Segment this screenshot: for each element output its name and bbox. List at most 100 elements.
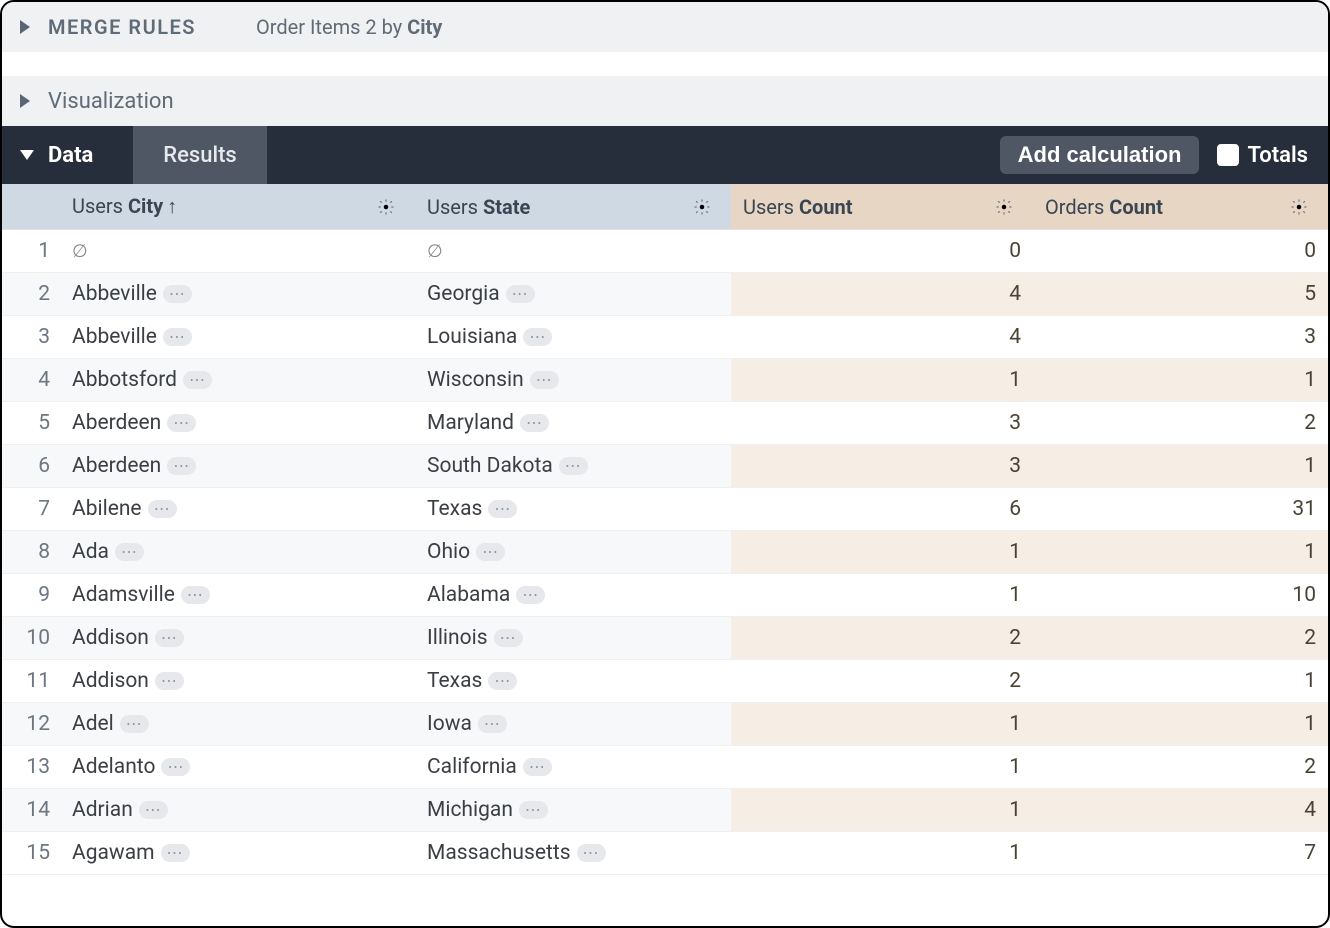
cell-orders-count[interactable]: 1 — [1033, 445, 1328, 488]
ellipsis-icon[interactable]: ⋯ — [161, 758, 190, 776]
cell-users-state[interactable]: Massachusetts⋯ — [415, 832, 731, 875]
cell-orders-count[interactable]: 2 — [1033, 617, 1328, 660]
cell-orders-count[interactable]: 4 — [1033, 789, 1328, 832]
cell-users-count[interactable]: 2 — [731, 660, 1033, 703]
column-header-orders-count[interactable]: Orders Count — [1033, 184, 1328, 230]
cell-users-state[interactable]: Louisiana⋯ — [415, 316, 731, 359]
cell-users-count[interactable]: 4 — [731, 316, 1033, 359]
column-header-users-city[interactable]: Users City↑ — [60, 184, 415, 230]
cell-users-city[interactable]: Adamsville⋯ — [60, 574, 415, 617]
cell-orders-count[interactable]: 31 — [1033, 488, 1328, 531]
cell-users-count[interactable]: 1 — [731, 703, 1033, 746]
cell-users-state[interactable]: Texas⋯ — [415, 660, 731, 703]
ellipsis-icon[interactable]: ⋯ — [488, 672, 517, 690]
cell-users-state[interactable]: Texas⋯ — [415, 488, 731, 531]
cell-users-count[interactable]: 4 — [731, 273, 1033, 316]
cell-users-city[interactable]: Addison⋯ — [60, 617, 415, 660]
add-calculation-button[interactable]: Add calculation — [1000, 136, 1200, 174]
cell-users-count[interactable]: 1 — [731, 531, 1033, 574]
ellipsis-icon[interactable]: ⋯ — [506, 285, 535, 303]
cell-users-city[interactable]: Addison⋯ — [60, 660, 415, 703]
cell-users-state[interactable]: Wisconsin⋯ — [415, 359, 731, 402]
cell-users-state[interactable]: ∅ — [415, 230, 731, 273]
gear-icon[interactable] — [703, 198, 721, 216]
cell-users-city[interactable]: Ada⋯ — [60, 531, 415, 574]
visualization-panel[interactable]: Visualization — [2, 76, 1328, 126]
cell-users-city[interactable]: Abilene⋯ — [60, 488, 415, 531]
column-header-users-count[interactable]: Users Count — [731, 184, 1033, 230]
cell-users-count[interactable]: 3 — [731, 445, 1033, 488]
cell-users-count[interactable]: 2 — [731, 617, 1033, 660]
ellipsis-icon[interactable]: ⋯ — [476, 543, 505, 561]
ellipsis-icon[interactable]: ⋯ — [559, 457, 588, 475]
cell-users-city[interactable]: ∅ — [60, 230, 415, 273]
cell-users-city[interactable]: Aberdeen⋯ — [60, 445, 415, 488]
ellipsis-icon[interactable]: ⋯ — [523, 328, 552, 346]
cell-users-city[interactable]: Adrian⋯ — [60, 789, 415, 832]
cell-orders-count[interactable]: 1 — [1033, 359, 1328, 402]
ellipsis-icon[interactable]: ⋯ — [181, 586, 210, 604]
cell-orders-count[interactable]: 2 — [1033, 402, 1328, 445]
cell-orders-count[interactable]: 0 — [1033, 230, 1328, 273]
cell-users-city[interactable]: Adelanto⋯ — [60, 746, 415, 789]
cell-users-city[interactable]: Abbotsford⋯ — [60, 359, 415, 402]
ellipsis-icon[interactable]: ⋯ — [148, 500, 177, 518]
cell-users-count[interactable]: 1 — [731, 746, 1033, 789]
cell-users-count[interactable]: 0 — [731, 230, 1033, 273]
tab-results[interactable]: Results — [133, 126, 266, 184]
ellipsis-icon[interactable]: ⋯ — [167, 457, 196, 475]
cell-users-count[interactable]: 1 — [731, 789, 1033, 832]
ellipsis-icon[interactable]: ⋯ — [161, 844, 190, 862]
cell-orders-count[interactable]: 2 — [1033, 746, 1328, 789]
cell-users-count[interactable]: 1 — [731, 832, 1033, 875]
cell-orders-count[interactable]: 1 — [1033, 531, 1328, 574]
cell-orders-count[interactable]: 3 — [1033, 316, 1328, 359]
cell-users-state[interactable]: California⋯ — [415, 746, 731, 789]
cell-users-count[interactable]: 3 — [731, 402, 1033, 445]
cell-orders-count[interactable]: 7 — [1033, 832, 1328, 875]
ellipsis-icon[interactable]: ⋯ — [139, 801, 168, 819]
gear-icon[interactable] — [1300, 198, 1318, 216]
cell-orders-count[interactable]: 5 — [1033, 273, 1328, 316]
ellipsis-icon[interactable]: ⋯ — [183, 371, 212, 389]
totals-checkbox[interactable] — [1217, 144, 1239, 166]
ellipsis-icon[interactable]: ⋯ — [478, 715, 507, 733]
cell-users-state[interactable]: Ohio⋯ — [415, 531, 731, 574]
ellipsis-icon[interactable]: ⋯ — [163, 285, 192, 303]
cell-orders-count[interactable]: 1 — [1033, 703, 1328, 746]
cell-users-state[interactable]: Iowa⋯ — [415, 703, 731, 746]
ellipsis-icon[interactable]: ⋯ — [519, 801, 548, 819]
ellipsis-icon[interactable]: ⋯ — [523, 758, 552, 776]
ellipsis-icon[interactable]: ⋯ — [167, 414, 196, 432]
ellipsis-icon[interactable]: ⋯ — [155, 672, 184, 690]
cell-users-city[interactable]: Adel⋯ — [60, 703, 415, 746]
cell-users-count[interactable]: 6 — [731, 488, 1033, 531]
gear-icon[interactable] — [1005, 198, 1023, 216]
ellipsis-icon[interactable]: ⋯ — [488, 500, 517, 518]
cell-orders-count[interactable]: 10 — [1033, 574, 1328, 617]
column-header-users-state[interactable]: Users State — [415, 184, 731, 230]
cell-users-count[interactable]: 1 — [731, 359, 1033, 402]
ellipsis-icon[interactable]: ⋯ — [520, 414, 549, 432]
ellipsis-icon[interactable]: ⋯ — [163, 328, 192, 346]
merge-rules-panel[interactable]: MERGE RULES Order Items 2 by City — [2, 2, 1328, 52]
ellipsis-icon[interactable]: ⋯ — [577, 844, 606, 862]
cell-users-state[interactable]: Maryland⋯ — [415, 402, 731, 445]
ellipsis-icon[interactable]: ⋯ — [530, 371, 559, 389]
cell-users-city[interactable]: Agawam⋯ — [60, 832, 415, 875]
totals-toggle[interactable]: Totals — [1217, 143, 1308, 168]
ellipsis-icon[interactable]: ⋯ — [115, 543, 144, 561]
ellipsis-icon[interactable]: ⋯ — [494, 629, 523, 647]
cell-users-state[interactable]: Illinois⋯ — [415, 617, 731, 660]
ellipsis-icon[interactable]: ⋯ — [155, 629, 184, 647]
cell-orders-count[interactable]: 1 — [1033, 660, 1328, 703]
gear-icon[interactable] — [387, 198, 405, 216]
cell-users-state[interactable]: Michigan⋯ — [415, 789, 731, 832]
ellipsis-icon[interactable]: ⋯ — [120, 715, 149, 733]
cell-users-state[interactable]: South Dakota⋯ — [415, 445, 731, 488]
cell-users-city[interactable]: Abbeville⋯ — [60, 316, 415, 359]
cell-users-city[interactable]: Aberdeen⋯ — [60, 402, 415, 445]
cell-users-state[interactable]: Alabama⋯ — [415, 574, 731, 617]
cell-users-count[interactable]: 1 — [731, 574, 1033, 617]
cell-users-state[interactable]: Georgia⋯ — [415, 273, 731, 316]
